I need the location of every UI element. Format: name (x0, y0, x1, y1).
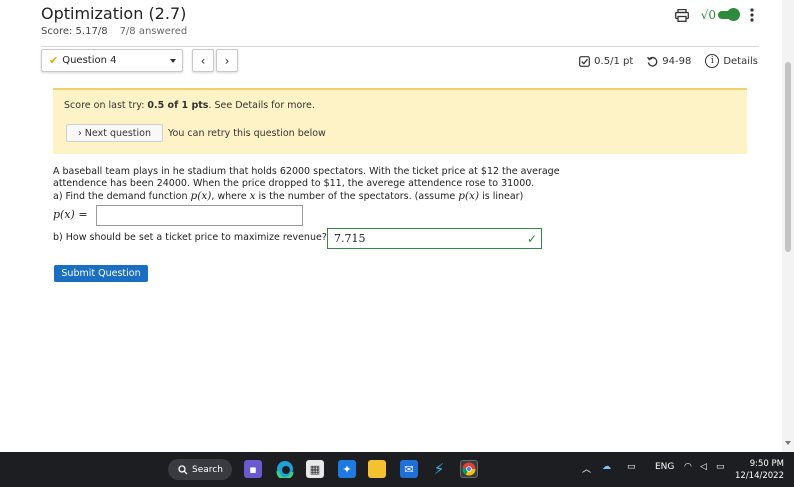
last-try-notice: Score on last try: 0.5 of 1 pts. See Det… (53, 88, 747, 154)
chevron-down-icon (170, 59, 176, 63)
question-meta: 0.5/1 pt 94-98 i Details (579, 54, 758, 68)
next-question-arrow-button[interactable]: › (216, 49, 238, 72)
clock-date: 12/14/2022 (735, 471, 784, 481)
prev-question-button[interactable]: ‹ (192, 49, 214, 72)
demand-function-label: p(x) = (53, 208, 88, 221)
mail-icon[interactable]: ✉ (400, 460, 418, 478)
top-icons: √0 (674, 8, 754, 22)
part-b-question: b) How should be set a ticket price to m… (53, 232, 336, 243)
points-text: 0.5/1 pt (594, 55, 634, 67)
sqrt-icon: √0 (700, 8, 716, 22)
retries-text: 94-98 (662, 55, 692, 67)
info-icon[interactable]: i (705, 54, 720, 68)
problem-line-2: attendence has been 24000. When the pric… (53, 178, 535, 189)
math-toggle[interactable]: √0 (700, 8, 740, 22)
correct-check-icon: ✓ (526, 232, 537, 246)
onedrive-icon[interactable]: ☁ (602, 462, 611, 472)
scrollbar[interactable] (782, 0, 794, 452)
toolbar-divider (41, 46, 759, 47)
question-select[interactable]: ✔ Question 4 (41, 49, 183, 72)
problem-line-3: a) Find the demand function p(x), where … (53, 190, 524, 202)
clock-time: 9:50 PM (749, 459, 784, 469)
chat-app-icon[interactable]: ▪ (244, 460, 262, 478)
retry-message: You can retry this question below (168, 128, 326, 139)
problem-line-1: A baseball team plays in he stadium that… (53, 166, 560, 177)
page: Optimization (2.7) Score: 5.17/8 7/8 answ… (0, 0, 782, 452)
chrome-icon[interactable] (460, 460, 478, 478)
score-text: Score: 5.17/8 (41, 26, 108, 37)
next-question-button[interactable]: › Next question (66, 124, 163, 142)
more-options-icon[interactable] (750, 8, 754, 22)
edge-browser-icon[interactable] (276, 460, 294, 478)
power-automate-icon[interactable]: ⚡ (430, 460, 448, 478)
page-title: Optimization (2.7) (41, 4, 187, 23)
checkbox-icon (579, 55, 591, 67)
details-link[interactable]: Details (723, 56, 758, 67)
keyboard-icon[interactable]: ▭ (627, 462, 636, 472)
tray-chevron-icon[interactable]: ︿ (582, 462, 591, 475)
last-try-score: 0.5 of 1 pts (147, 100, 209, 111)
file-explorer-icon[interactable] (368, 460, 386, 478)
scroll-thumb[interactable] (785, 62, 791, 252)
demand-function-input[interactable] (96, 205, 303, 226)
scroll-down-icon[interactable] (785, 441, 791, 445)
ticket-price-value: 7.715 (334, 232, 366, 245)
question-select-label: Question 4 (62, 55, 117, 66)
wifi-icon[interactable]: ◠ (684, 462, 692, 472)
system-clock[interactable]: 9:50 PM 12/14/2022 (735, 458, 784, 482)
battery-icon[interactable]: ▭ (716, 462, 725, 472)
partial-check-icon: ✔ (49, 54, 59, 67)
print-icon[interactable] (674, 8, 689, 22)
toggle-switch[interactable] (718, 8, 740, 21)
retry-icon (647, 56, 658, 67)
score-line: Score: 5.17/8 7/8 answered (41, 26, 187, 37)
volume-icon[interactable]: ◁ (700, 462, 707, 472)
dropbox-icon[interactable]: ✦ (338, 460, 356, 478)
taskbar-search[interactable]: Search (168, 459, 232, 480)
search-icon (178, 464, 188, 474)
windows-start-icon[interactable] (136, 460, 153, 477)
store-icon[interactable]: ▦ (306, 460, 324, 478)
language-indicator[interactable]: ENG (655, 462, 674, 472)
problem-text: A baseball team plays in he stadium that… (53, 166, 613, 203)
submit-question-button[interactable]: Submit Question (54, 265, 148, 282)
ticket-price-input[interactable]: 7.715 ✓ (327, 228, 542, 249)
answered-text: 7/8 answered (119, 26, 188, 37)
last-try-text: Score on last try: 0.5 of 1 pts. See Det… (64, 100, 315, 111)
taskbar: Search ▪ ▦ ✦ ✉ ⚡ ︿ ☁ ▭ ENG ◠ ◁ ▭ 9:50 PM… (0, 452, 794, 487)
